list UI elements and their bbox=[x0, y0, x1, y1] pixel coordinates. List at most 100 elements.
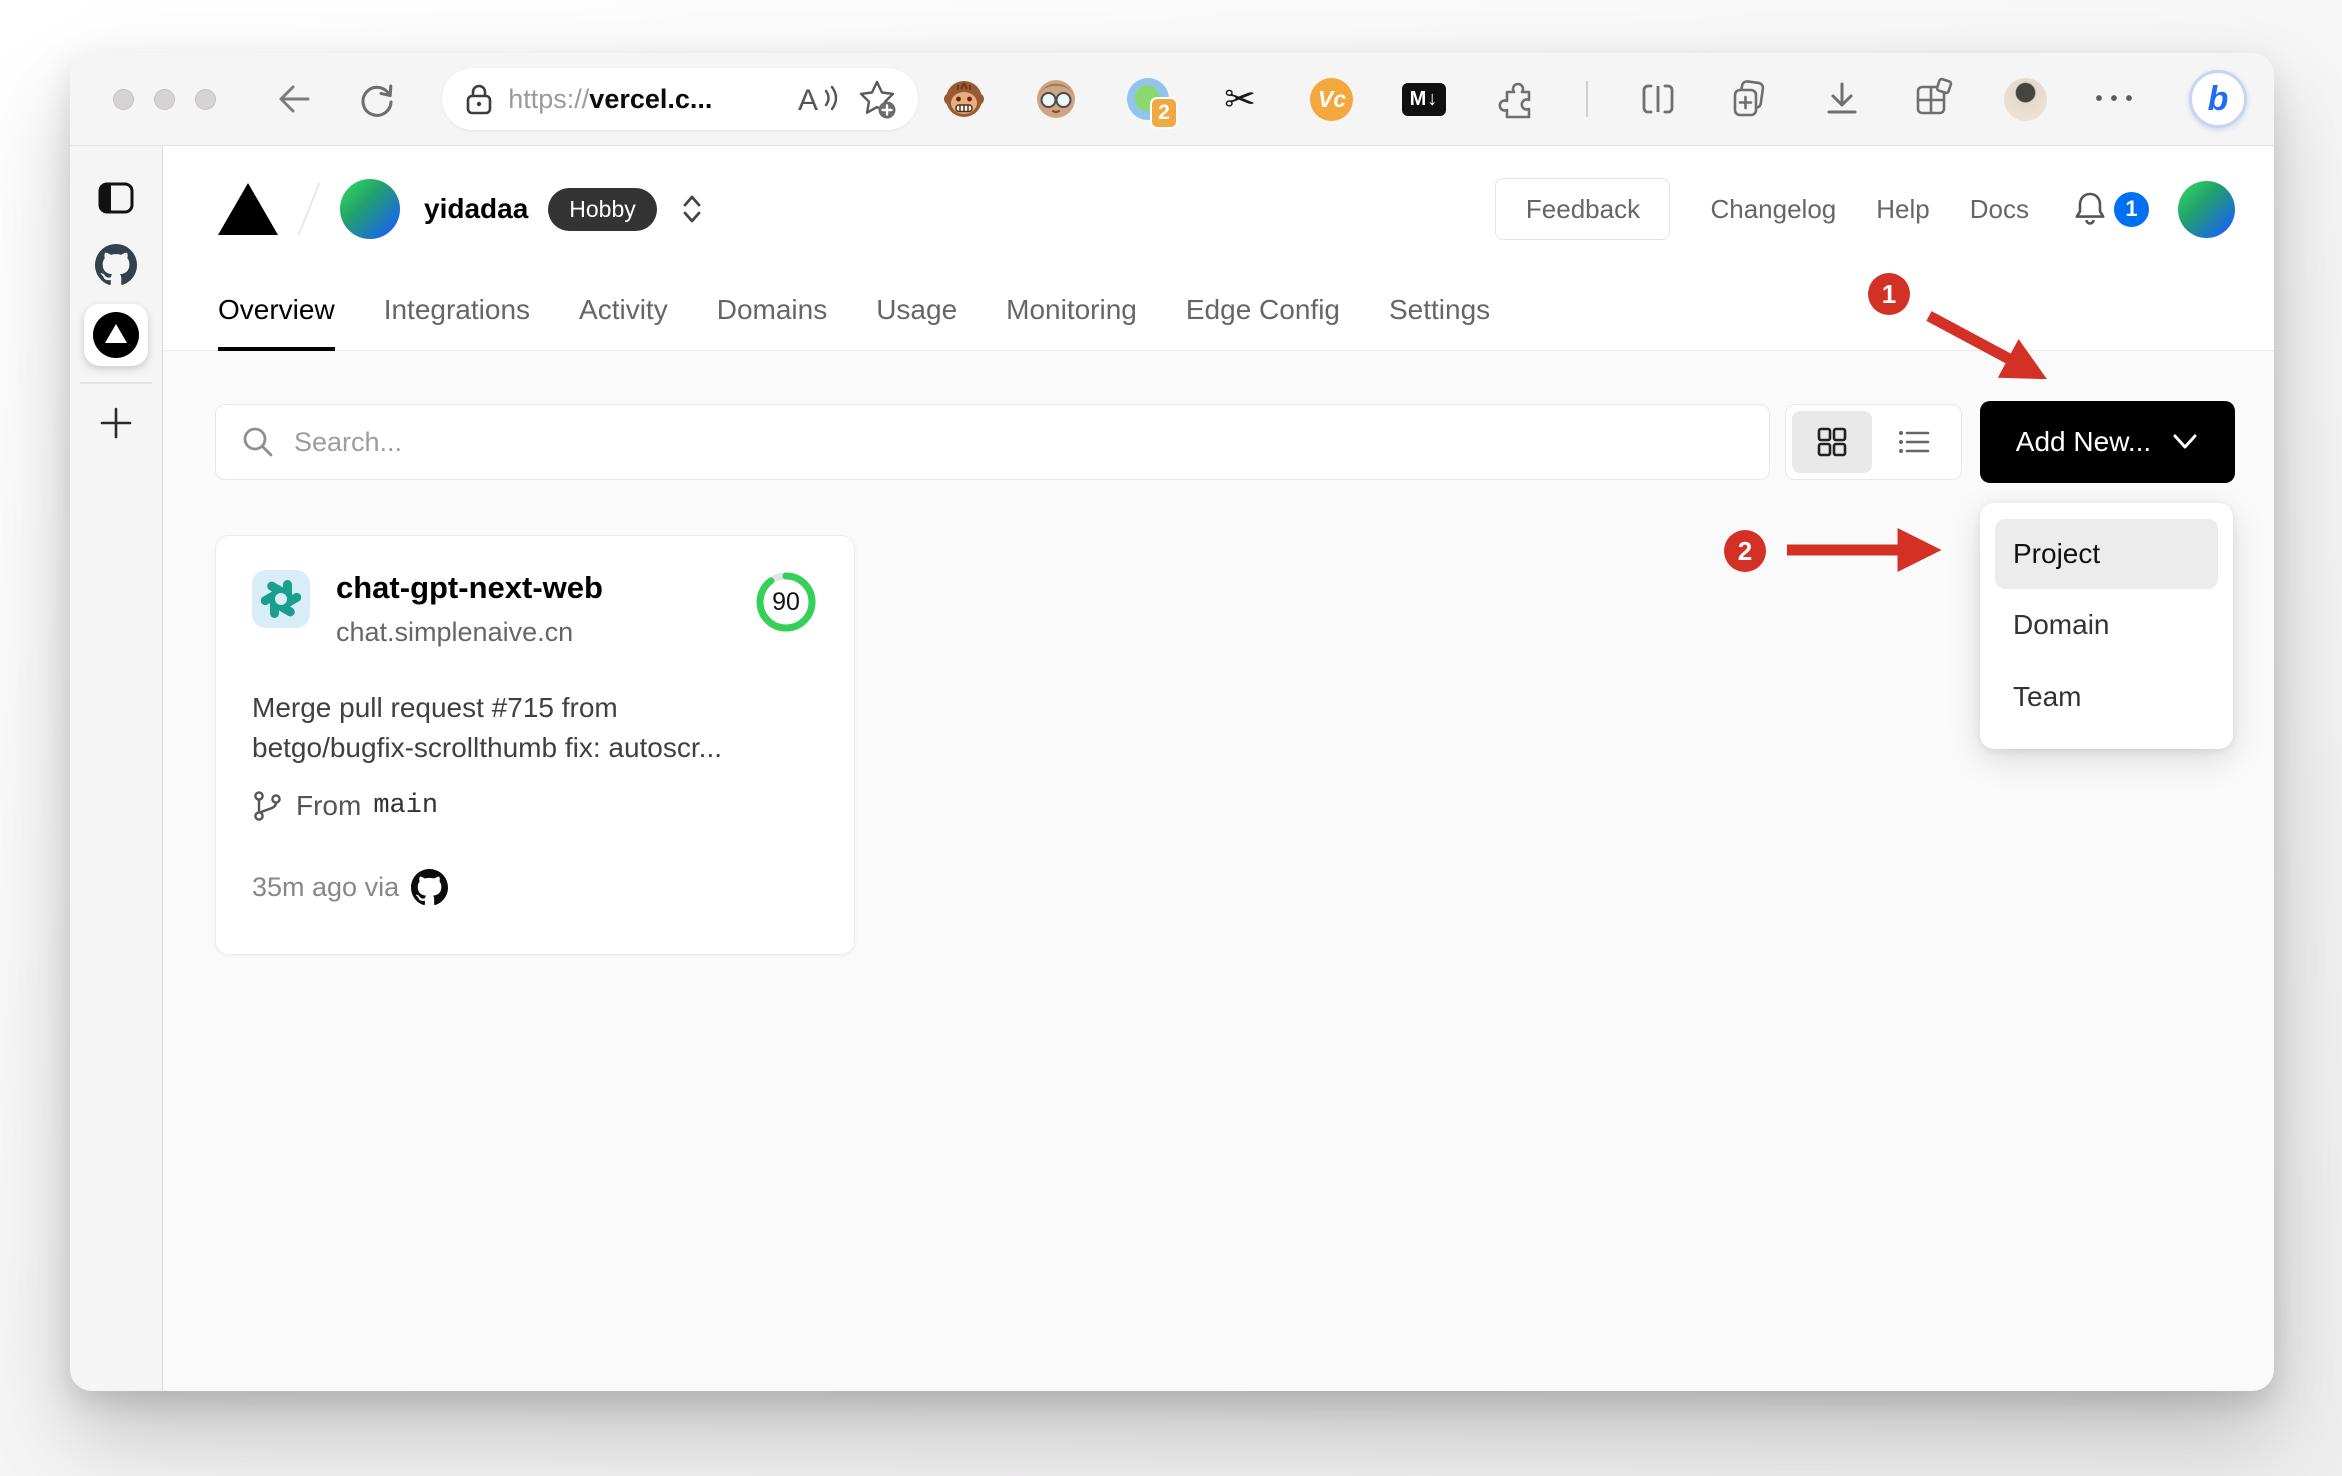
branch-label: From bbox=[296, 789, 362, 821]
url-text: https://vercel.c... bbox=[508, 84, 712, 115]
profile-avatar[interactable] bbox=[2004, 77, 2048, 121]
deployment-time: 35m ago via bbox=[252, 871, 400, 902]
menu-item-domain[interactable]: Domain bbox=[1995, 589, 2218, 661]
desktop: { "browser": { "url_scheme": "https://",… bbox=[0, 0, 2342, 1476]
branch-row: From main bbox=[252, 789, 818, 823]
minimize-window-button[interactable] bbox=[154, 88, 175, 110]
back-button[interactable] bbox=[274, 77, 316, 121]
menu-item-team[interactable]: Team bbox=[1995, 661, 2218, 733]
zoom-window-button[interactable] bbox=[195, 88, 216, 110]
github-source-icon bbox=[411, 868, 449, 905]
lock-icon bbox=[466, 84, 492, 115]
svg-text:A: A bbox=[798, 84, 818, 117]
window-controls bbox=[113, 88, 216, 110]
user-avatar[interactable] bbox=[2178, 180, 2235, 238]
team-switcher-icon[interactable] bbox=[679, 192, 705, 226]
vercel-logo[interactable] bbox=[218, 183, 278, 235]
tab-manager-extension-icon[interactable]: 2 bbox=[1126, 77, 1178, 129]
project-search[interactable] bbox=[215, 404, 1770, 480]
tab-integrations[interactable]: Integrations bbox=[384, 294, 530, 351]
split-screen-icon bbox=[1642, 84, 1674, 114]
tab-settings[interactable]: Settings bbox=[1389, 294, 1490, 351]
lighthouse-score[interactable]: 90 bbox=[754, 570, 818, 634]
tab-count-badge: 2 bbox=[1149, 97, 1178, 129]
commit-line-2: betgo/bugfix-scrollthumb fix: autoscr... bbox=[252, 732, 722, 764]
add-new-label: Add New... bbox=[2015, 426, 2152, 457]
puzzle-icon bbox=[1498, 82, 1531, 119]
score-value: 90 bbox=[772, 587, 800, 616]
refresh-button[interactable] bbox=[356, 77, 398, 121]
tab-activity[interactable]: Activity bbox=[579, 294, 668, 351]
team-name[interactable]: yidadaa bbox=[424, 193, 528, 225]
reader-mode-icon[interactable]: A bbox=[796, 79, 840, 119]
add-to-collection-button[interactable] bbox=[1728, 77, 1772, 121]
sidebar-toggle-button[interactable] bbox=[96, 178, 136, 218]
new-tab-button[interactable] bbox=[97, 404, 135, 442]
avatar-extension-icon[interactable] bbox=[1034, 77, 1078, 121]
project-card[interactable]: chat-gpt-next-web chat.simplenaive.cn 90 bbox=[215, 535, 855, 955]
team-avatar bbox=[340, 179, 400, 239]
dashboard-main: Add New... bbox=[163, 351, 2274, 955]
tab-domains[interactable]: Domains bbox=[717, 294, 827, 351]
plus-icon bbox=[100, 407, 132, 439]
commit-message[interactable]: Merge pull request #715 from betgo/bugfi… bbox=[252, 688, 818, 769]
sidebar-panel-icon bbox=[98, 182, 134, 214]
markdown-extension-icon[interactable]: M↓ bbox=[1401, 77, 1446, 121]
notifications-button[interactable]: 1 bbox=[2071, 188, 2152, 230]
annotation-step-2: 2 bbox=[1724, 530, 1766, 572]
annotation-step-1: 1 bbox=[1868, 273, 1910, 315]
bing-chat-button[interactable]: b bbox=[2188, 70, 2248, 128]
toolbar-divider bbox=[1585, 81, 1588, 117]
sidebar-tab-vercel-active[interactable] bbox=[84, 304, 148, 366]
ellipsis-icon: ••• bbox=[2095, 87, 2141, 110]
menu-item-project[interactable]: Project bbox=[1995, 519, 2218, 589]
download-icon bbox=[1827, 82, 1857, 114]
monkey-icon bbox=[943, 81, 984, 117]
tab-overview[interactable]: Overview bbox=[218, 294, 335, 351]
scissors-glyph: ✂ bbox=[1224, 77, 1256, 121]
tab-edge-config[interactable]: Edge Config bbox=[1186, 294, 1340, 351]
bell-icon bbox=[2075, 192, 2105, 225]
project-domain[interactable]: chat.simplenaive.cn bbox=[336, 617, 603, 648]
close-window-button[interactable] bbox=[113, 88, 134, 110]
scissors-extension-icon[interactable]: ✂ bbox=[1218, 77, 1262, 121]
dashboard-header: yidadaa Hobby Feedback Changelog Help Do… bbox=[163, 146, 2274, 351]
downloads-button[interactable] bbox=[1820, 77, 1864, 121]
search-input[interactable] bbox=[294, 426, 1745, 458]
vc-extension-icon[interactable]: Vc bbox=[1310, 77, 1354, 121]
address-bar[interactable]: https://vercel.c... A bbox=[442, 68, 918, 130]
collections-icon bbox=[1916, 77, 1953, 115]
extensions-menu-button[interactable] bbox=[1494, 77, 1538, 121]
view-toggle bbox=[1785, 404, 1962, 480]
browser-window: https://vercel.c... A 2 ✂ Vc M↓ ••• b yi… bbox=[70, 53, 2274, 1391]
sidebar-divider bbox=[80, 382, 152, 384]
favorite-star-icon[interactable] bbox=[856, 78, 898, 120]
girl-with-glasses-icon bbox=[1036, 80, 1075, 118]
project-name[interactable]: chat-gpt-next-web bbox=[336, 570, 603, 606]
docs-link[interactable]: Docs bbox=[1970, 194, 2029, 225]
markdown-badge: M↓ bbox=[1401, 82, 1446, 116]
project-favicon bbox=[252, 570, 310, 628]
deployment-meta: 35m ago via bbox=[252, 868, 818, 906]
add-new-button[interactable]: Add New... bbox=[1980, 401, 2235, 483]
openai-logo-icon bbox=[261, 580, 301, 618]
tab-monitoring[interactable]: Monitoring bbox=[1006, 294, 1137, 351]
git-branch-icon bbox=[254, 790, 281, 821]
sidebar-tab-github[interactable] bbox=[95, 244, 137, 286]
cat-avatar-image bbox=[2004, 77, 2048, 121]
list-view-button[interactable] bbox=[1872, 425, 1955, 459]
help-link[interactable]: Help bbox=[1876, 194, 1929, 225]
plan-badge: Hobby bbox=[548, 187, 657, 231]
changelog-link[interactable]: Changelog bbox=[1710, 194, 1836, 225]
url-scheme: https:// bbox=[508, 83, 590, 114]
tampermonkey-extension-icon[interactable] bbox=[942, 77, 986, 121]
more-menu-button[interactable]: ••• bbox=[2095, 77, 2141, 121]
dashboard-nav-tabs: Overview Integrations Activity Domains U… bbox=[218, 294, 1539, 351]
branch-name: main bbox=[373, 790, 439, 821]
grid-view-button[interactable] bbox=[1792, 411, 1872, 473]
collections-button[interactable] bbox=[1912, 77, 1956, 121]
feedback-button[interactable]: Feedback bbox=[1495, 178, 1671, 240]
tab-usage[interactable]: Usage bbox=[876, 294, 957, 351]
copy-plus-icon bbox=[1733, 80, 1765, 117]
split-screen-button[interactable] bbox=[1636, 77, 1680, 121]
